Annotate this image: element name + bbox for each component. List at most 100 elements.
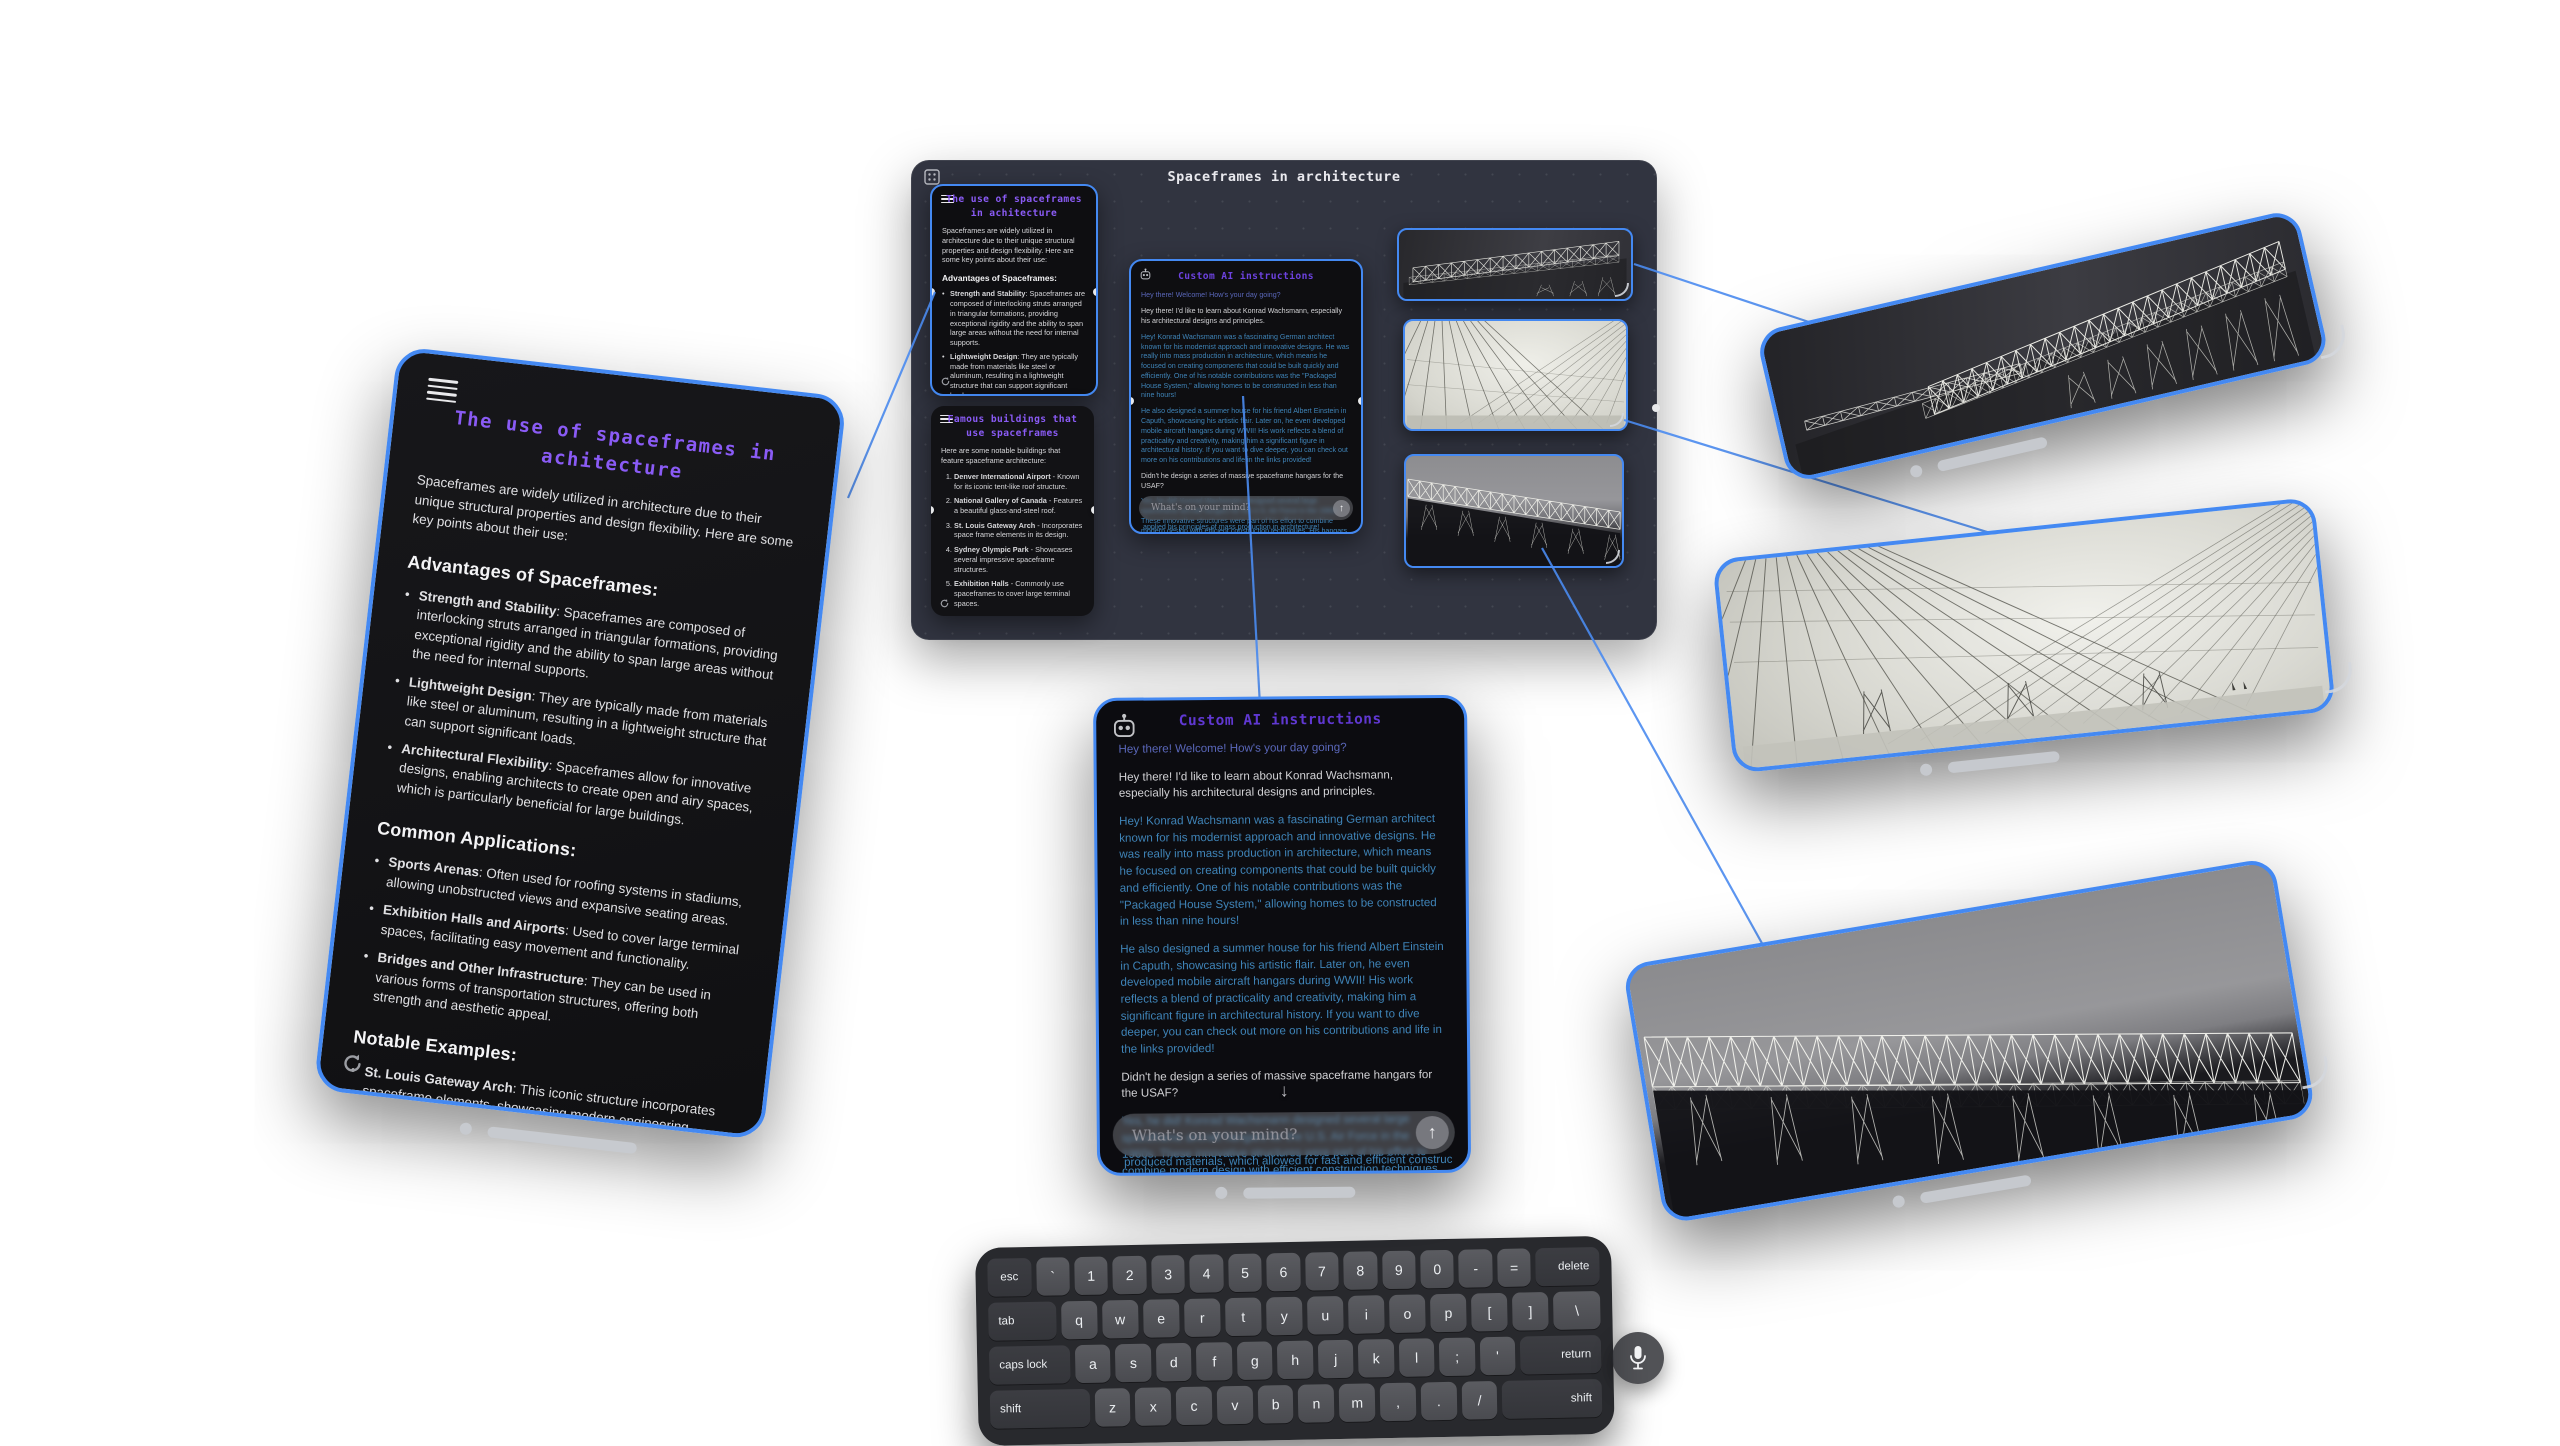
- key-/[interactable]: /: [1461, 1381, 1498, 1420]
- key-[[interactable]: [: [1471, 1293, 1508, 1332]
- image-window-top[interactable]: [1755, 208, 2336, 505]
- image-window-bottom[interactable]: [1622, 857, 2320, 1246]
- refresh-icon[interactable]: [940, 376, 951, 387]
- key-shift[interactable]: shift: [990, 1389, 1090, 1429]
- window-drag-bar[interactable]: [487, 1126, 637, 1154]
- key-;[interactable]: ;: [1439, 1337, 1475, 1376]
- key-`[interactable]: `: [1036, 1257, 1070, 1296]
- refresh-icon[interactable]: [339, 1050, 366, 1077]
- key-3[interactable]: 3: [1151, 1255, 1185, 1294]
- window-drag-bar[interactable]: [1243, 1186, 1355, 1198]
- paragraph: These examples highlight the versatility…: [941, 615, 1084, 616]
- connector-handle[interactable]: [1652, 404, 1660, 412]
- key-1[interactable]: 1: [1074, 1256, 1108, 1295]
- key-0[interactable]: 0: [1420, 1250, 1454, 1289]
- resize-handle[interactable]: [2322, 662, 2354, 694]
- window-close-button[interactable]: [459, 1122, 472, 1135]
- scroll-down-indicator[interactable]: ↓: [1280, 1080, 1289, 1101]
- key-v[interactable]: v: [1217, 1386, 1254, 1425]
- key-5[interactable]: 5: [1228, 1254, 1262, 1293]
- chat-message-assistant: Hey! Konrad Wachsmann was a fascinating …: [1119, 811, 1444, 931]
- note-card[interactable]: The use of spaceframes in achitecture Sp…: [930, 184, 1098, 396]
- key-tab[interactable]: tab: [988, 1301, 1056, 1340]
- chat-input[interactable]: ↑: [1139, 496, 1353, 520]
- key-t[interactable]: t: [1225, 1298, 1262, 1337]
- key-e[interactable]: e: [1143, 1299, 1180, 1338]
- window-drag-bar[interactable]: [1947, 750, 2060, 773]
- key-8[interactable]: 8: [1343, 1251, 1377, 1290]
- key-7[interactable]: 7: [1305, 1252, 1339, 1291]
- key-u[interactable]: u: [1307, 1296, 1344, 1335]
- chat-input-field[interactable]: [1149, 502, 1333, 514]
- key-return[interactable]: return: [1520, 1335, 1602, 1375]
- key-4[interactable]: 4: [1189, 1254, 1223, 1293]
- connector-handle[interactable]: [1358, 397, 1363, 405]
- chat-card[interactable]: Custom AI instructions Hey there! Welcom…: [1129, 259, 1363, 534]
- key-2[interactable]: 2: [1113, 1256, 1147, 1295]
- document-window[interactable]: The use of spaceframes in achitecture Sp…: [310, 346, 847, 1168]
- image-thumbnail[interactable]: [1404, 454, 1624, 568]
- window-close-button[interactable]: [1892, 1195, 1906, 1209]
- key-a[interactable]: a: [1075, 1344, 1111, 1383]
- key-p[interactable]: p: [1430, 1294, 1467, 1333]
- key-f[interactable]: f: [1196, 1342, 1232, 1381]
- key-=[interactable]: =: [1497, 1248, 1531, 1287]
- send-button[interactable]: ↑: [1333, 500, 1350, 517]
- key-9[interactable]: 9: [1382, 1251, 1416, 1290]
- connector-handle[interactable]: [1091, 506, 1094, 514]
- key-shift[interactable]: shift: [1502, 1379, 1602, 1419]
- list-card[interactable]: Famous buildings that use spaceframes He…: [931, 406, 1094, 616]
- key-s[interactable]: s: [1115, 1344, 1151, 1383]
- key--[interactable]: -: [1459, 1249, 1493, 1288]
- hamburger-menu-icon[interactable]: [426, 378, 458, 404]
- chat-message-assistant: He also designed a summer house for his …: [1120, 939, 1445, 1059]
- key-.[interactable]: .: [1421, 1382, 1458, 1421]
- canvas-board-window[interactable]: Spaceframes in architecture The use of s…: [911, 160, 1657, 640]
- key-j[interactable]: j: [1318, 1340, 1354, 1379]
- key-i[interactable]: i: [1348, 1295, 1385, 1334]
- key-q[interactable]: q: [1061, 1301, 1098, 1340]
- mic-button[interactable]: [1612, 1332, 1664, 1384]
- key-c[interactable]: c: [1176, 1386, 1213, 1425]
- key-6[interactable]: 6: [1266, 1253, 1300, 1292]
- key-b[interactable]: b: [1257, 1385, 1294, 1424]
- key-'[interactable]: ': [1479, 1337, 1515, 1376]
- key-y[interactable]: y: [1266, 1297, 1303, 1336]
- window-close-button[interactable]: [1920, 763, 1933, 776]
- image-thumbnail[interactable]: [1403, 319, 1628, 431]
- key-h[interactable]: h: [1277, 1341, 1313, 1380]
- resize-handle[interactable]: [2298, 1056, 2331, 1089]
- key-d[interactable]: d: [1156, 1343, 1192, 1382]
- document-body: Spaceframes are widely utilized in archi…: [334, 471, 800, 1141]
- key-esc[interactable]: esc: [987, 1258, 1031, 1297]
- window-close-button[interactable]: [1215, 1187, 1227, 1199]
- image-thumbnail[interactable]: [1397, 228, 1633, 301]
- chat-input-field[interactable]: [1130, 1123, 1416, 1145]
- key-\[interactable]: \: [1553, 1291, 1601, 1330]
- chat-window[interactable]: Custom AI instructions Hey there! Welcom…: [1093, 695, 1471, 1200]
- key-][interactable]: ]: [1512, 1292, 1549, 1331]
- key-r[interactable]: r: [1184, 1298, 1221, 1337]
- key-k[interactable]: k: [1358, 1339, 1394, 1378]
- key-m[interactable]: m: [1339, 1383, 1376, 1422]
- key-z[interactable]: z: [1094, 1388, 1131, 1427]
- key-g[interactable]: g: [1237, 1341, 1273, 1380]
- key-l[interactable]: l: [1399, 1338, 1435, 1377]
- send-button[interactable]: ↑: [1416, 1116, 1449, 1149]
- robot-icon: [1139, 268, 1152, 281]
- refresh-icon[interactable]: [939, 598, 950, 609]
- key-delete[interactable]: delete: [1535, 1247, 1599, 1286]
- chat-message-user: Hey there! I'd like to learn about Konra…: [1141, 307, 1351, 327]
- key-,[interactable]: ,: [1380, 1383, 1417, 1422]
- key-n[interactable]: n: [1298, 1384, 1335, 1423]
- key-o[interactable]: o: [1389, 1294, 1426, 1333]
- key-caps lock[interactable]: caps lock: [989, 1345, 1071, 1385]
- window-close-button[interactable]: [1909, 464, 1923, 478]
- virtual-keyboard[interactable]: esc`1234567890-=deletetabqwertyuiop[]\ca…: [975, 1236, 1615, 1446]
- resize-handle[interactable]: [2315, 324, 2350, 359]
- connector-handle[interactable]: [1093, 288, 1098, 296]
- key-x[interactable]: x: [1135, 1387, 1172, 1426]
- image-window-middle[interactable]: [1712, 497, 2338, 796]
- key-w[interactable]: w: [1102, 1300, 1139, 1339]
- chat-input[interactable]: ↑: [1113, 1111, 1455, 1157]
